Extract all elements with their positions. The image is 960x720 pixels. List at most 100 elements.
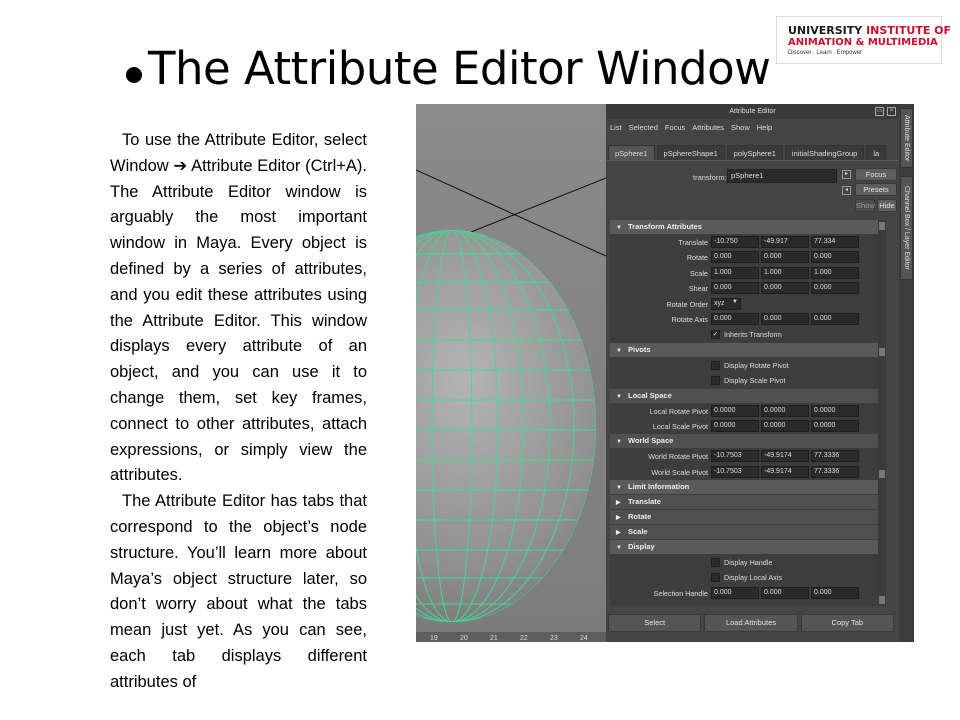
presets-button[interactable]: Presets (855, 183, 897, 196)
ruler-tick: 24 (580, 635, 588, 642)
scale-y-field[interactable]: 1.000 (761, 266, 809, 279)
show-button[interactable]: Show (855, 199, 875, 212)
local-scale-pivot-z-field[interactable]: 0.0000 (811, 419, 859, 432)
expanded-triangle-icon: ▼ (616, 225, 622, 231)
transform-name-field[interactable]: pSphere1 (727, 169, 837, 183)
expanded-triangle-icon: ▼ (616, 347, 622, 354)
section-limit-scale[interactable]: ▶ Scale (610, 525, 878, 540)
display-scale-pivot-checkbox[interactable] (711, 376, 720, 386)
scroll-thumb[interactable] (879, 470, 885, 478)
display-local-axis-checkbox[interactable] (711, 573, 720, 583)
menu-selected[interactable]: Selected (629, 123, 658, 132)
chevron-down-icon: ▼ (732, 298, 738, 305)
close-icon[interactable]: × (887, 107, 896, 116)
paragraph-1: To use the Attribute Editor, select Wind… (110, 131, 367, 485)
ruler-tick: 23 (550, 635, 558, 642)
menu-attributes[interactable]: Attributes (692, 123, 724, 132)
ruler-tick: 19 (430, 635, 438, 642)
scroll-down-icon[interactable] (879, 596, 885, 604)
world-scale-pivot-x-field[interactable]: -10.7503 (711, 465, 759, 478)
rotate-x-field[interactable]: 0.000 (711, 251, 759, 264)
display-rotate-pivot-checkbox[interactable] (711, 360, 720, 370)
attr-row-display-handle: Display Handle (610, 555, 878, 570)
display-handle-checkbox[interactable] (711, 558, 720, 568)
world-scale-pivot-y-field[interactable]: -49.9174 (761, 465, 809, 478)
maya-screenshot: 19 20 21 22 23 24 Attribute Editor ▭ × L… (416, 104, 914, 642)
menu-focus[interactable]: Focus (665, 123, 685, 132)
world-rotate-pivot-x-field[interactable]: -10.7503 (711, 450, 759, 463)
tab-psphereshape1[interactable]: pSphereShape1 (656, 145, 725, 160)
local-rotate-pivot-x-field[interactable]: 0.0000 (711, 404, 759, 417)
scroll-thumb[interactable] (879, 348, 885, 356)
logo-word-university: UNIVERSITY (788, 23, 863, 37)
section-limit-information[interactable]: ▼ Limit Information (610, 480, 878, 495)
translate-x-field[interactable]: -10.750 (711, 236, 759, 248)
rotate-y-field[interactable]: 0.000 (761, 251, 809, 264)
shear-x-field[interactable]: 0.000 (711, 282, 759, 295)
menu-show[interactable]: Show (731, 123, 750, 132)
load-attributes-button[interactable]: Load Attributes (704, 614, 798, 632)
time-ruler[interactable]: 19 20 21 22 23 24 (416, 632, 606, 642)
side-tab-strip: Attribute Editor Channel Box / Layer Edi… (899, 104, 914, 642)
local-rotate-pivot-y-field[interactable]: 0.0000 (761, 404, 809, 417)
select-button[interactable]: Select (608, 614, 702, 632)
menu-help[interactable]: Help (757, 123, 772, 132)
menu-list[interactable]: List (610, 123, 622, 132)
selection-handle-y-field[interactable]: 0.000 (761, 586, 809, 599)
side-tab-channel-box[interactable]: Channel Box / Layer Editor (900, 176, 913, 280)
scroll-up-icon[interactable] (879, 222, 885, 230)
rotate-axis-x-field[interactable]: 0.000 (711, 312, 759, 325)
local-scale-pivot-x-field[interactable]: 0.0000 (711, 419, 759, 432)
rotate-z-field[interactable]: 0.000 (811, 251, 859, 264)
section-local-space[interactable]: ▼ Local Space (610, 388, 878, 403)
arrow-right-icon[interactable]: ▸ (842, 170, 851, 179)
section-limit-translate[interactable]: ▶ Translate (610, 495, 878, 510)
hide-button[interactable]: Hide (877, 199, 897, 212)
wireframe-sphere (416, 169, 606, 622)
selection-handle-z-field[interactable]: 0.000 (811, 586, 859, 599)
attribute-scrollbar[interactable] (878, 220, 886, 606)
viewport-panel[interactable]: 19 20 21 22 23 24 (416, 104, 606, 642)
tab-more[interactable]: la (866, 145, 887, 160)
ae-titlebar: Attribute Editor ▭ × (606, 104, 899, 119)
attr-row-display-scale-pivot: Display Scale Pivot (610, 373, 878, 388)
rotate-axis-y-field[interactable]: 0.000 (761, 312, 809, 325)
transform-label: transform: (693, 173, 727, 182)
tab-polysphere1[interactable]: polySphere1 (726, 145, 783, 160)
world-scale-pivot-z-field[interactable]: 77.3336 (811, 465, 859, 478)
ae-window-title: Attribute Editor (729, 108, 776, 115)
attr-row-local-scale-pivot: Local Scale Pivot 0.0000 0.0000 0.0000 (610, 419, 878, 434)
selection-handle-x-field[interactable]: 0.000 (711, 586, 759, 599)
world-rotate-pivot-z-field[interactable]: 77.3336 (811, 450, 859, 463)
attr-row-world-rotate-pivot: World Rotate Pivot -10.7503 -49.9174 77.… (610, 449, 878, 464)
shear-z-field[interactable]: 0.000 (811, 282, 859, 295)
float-icon[interactable]: ▭ (875, 107, 884, 116)
tab-initialshadinggroup[interactable]: initialShadingGroup (784, 145, 865, 160)
local-rotate-pivot-z-field[interactable]: 0.0000 (811, 404, 859, 417)
attr-row-shear: Shear 0.000 0.000 0.000 (610, 281, 878, 296)
local-scale-pivot-y-field[interactable]: 0.0000 (761, 419, 809, 432)
section-world-space[interactable]: ▼ World Space (610, 434, 878, 449)
scale-z-field[interactable]: 1.000 (811, 266, 859, 279)
tab-psphere1[interactable]: pSphere1 (608, 145, 655, 160)
attr-row-translate: Translate -10.750 -49.917 77.334 (610, 235, 878, 250)
focus-button[interactable]: Focus (855, 168, 897, 181)
section-transform-attributes[interactable]: ▼ Transform Attributes (610, 220, 878, 234)
attr-row-rotate-order: Rotate Order xyz ▼ (610, 297, 878, 312)
inherits-transform-checkbox[interactable]: ✓ (711, 330, 720, 340)
side-tab-attribute-editor[interactable]: Attribute Editor (900, 108, 913, 168)
section-pivots[interactable]: ▼ Pivots (610, 342, 878, 357)
translate-y-field[interactable]: -49.917 (761, 236, 809, 248)
rotate-axis-z-field[interactable]: 0.000 (811, 312, 859, 325)
section-display[interactable]: ▼ Display (610, 540, 878, 555)
attr-row-display-rotate-pivot: Display Rotate Pivot (610, 358, 878, 373)
section-limit-rotate[interactable]: ▶ Rotate (610, 510, 878, 525)
translate-z-field[interactable]: 77.334 (811, 236, 859, 248)
scale-x-field[interactable]: 1.000 (711, 266, 759, 279)
shear-y-field[interactable]: 0.000 (761, 282, 809, 295)
attr-row-rotate-axis: Rotate Axis 0.000 0.000 0.000 (610, 312, 878, 327)
copy-tab-button[interactable]: Copy Tab (800, 614, 894, 632)
attr-row-scale: Scale 1.000 1.000 1.000 (610, 266, 878, 281)
arrow-left-icon[interactable]: ◂ (842, 186, 851, 195)
world-rotate-pivot-y-field[interactable]: -49.9174 (761, 450, 809, 463)
